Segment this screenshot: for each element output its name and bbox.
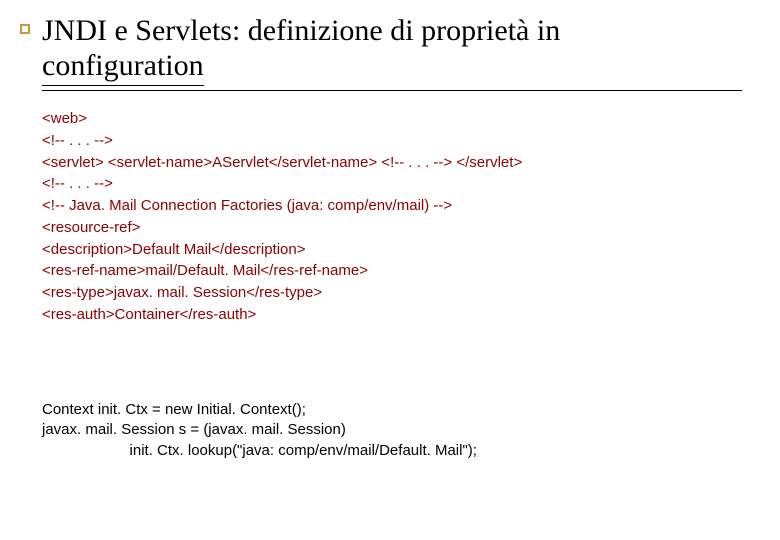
title-line-2: configuration [42,49,204,87]
code-line: <res-type>javax. mail. Session</res-type… [42,284,322,301]
code-line: <resource-ref> [42,219,140,236]
title-line-1: JNDI e Servlets: definizione di propriet… [42,14,560,47]
code-line: <!-- Java. Mail Connection Factories (ja… [42,197,452,214]
java-line: javax. mail. Session s = (javax. mail. S… [42,421,346,438]
code-line: <!-- . . . --> [42,132,113,149]
code-line: <!-- . . . --> [42,175,113,192]
code-line: <res-auth>Container</res-auth> [42,306,256,323]
slide: JNDI e Servlets: definizione di propriet… [0,0,780,540]
code-line: <web> [42,110,87,127]
slide-title: JNDI e Servlets: definizione di propriet… [42,14,742,86]
code-line: <description>Default Mail</description> [42,241,305,258]
code-line: <res-ref-name>mail/Default. Mail</res-re… [42,262,368,279]
bullet-icon [20,24,30,34]
java-line: init. Ctx. lookup("java: comp/env/mail/D… [42,442,477,459]
java-line: Context init. Ctx = new Initial. Context… [42,401,306,418]
title-rule [42,90,742,91]
code-line: <servlet> <servlet-name>AServlet</servle… [42,154,522,171]
xml-code-block: <web> <!-- . . . --> <servlet> <servlet-… [42,108,752,326]
java-code-block: Context init. Ctx = new Initial. Context… [42,400,752,461]
